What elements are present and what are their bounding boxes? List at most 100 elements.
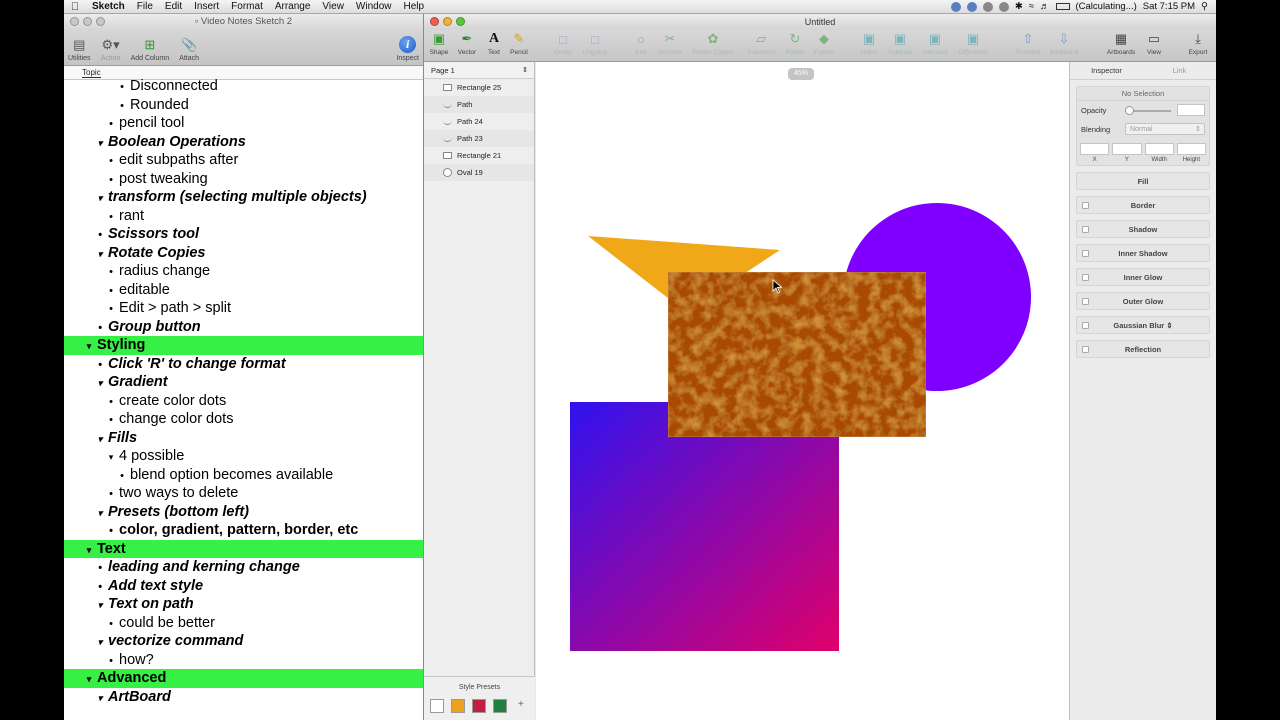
outline-row[interactable]: • edit subpaths after: [64, 151, 423, 170]
toolbar-export-button[interactable]: ⤓ Export: [1186, 31, 1210, 56]
outline-row[interactable]: • Rounded: [64, 96, 423, 115]
outline-row[interactable]: • rant: [64, 207, 423, 226]
outline-row[interactable]: ▾ vectorize command: [64, 632, 423, 651]
inspector-section-gaussian-blur[interactable]: Gaussian Blur ⇕: [1076, 316, 1210, 334]
outline-row[interactable]: • two ways to delete: [64, 484, 423, 503]
bluetooth-icon[interactable]: ✱: [1015, 1, 1023, 12]
menu-file[interactable]: File: [131, 0, 159, 14]
enable-checkbox[interactable]: [1082, 346, 1089, 353]
tab-inspector[interactable]: Inspector: [1070, 62, 1143, 79]
disclosure-triangle-icon[interactable]: ▾: [84, 541, 94, 560]
outline-section-row[interactable]: ▾ Styling: [64, 336, 423, 355]
add-preset-button[interactable]: +: [518, 699, 524, 710]
outline-row[interactable]: • Edit > path > split: [64, 299, 423, 318]
toolbar-subtract-button[interactable]: ▣ Subtract: [888, 31, 912, 56]
outline-row[interactable]: ▾ Presets (bottom left): [64, 503, 423, 522]
menu-view[interactable]: View: [316, 0, 350, 14]
disclosure-triangle-icon[interactable]: ▾: [95, 504, 105, 523]
inspector-section-inner-shadow[interactable]: Inner Shadow: [1076, 244, 1210, 262]
outline-row[interactable]: • pencil tool: [64, 114, 423, 133]
outline-row[interactable]: • Group button: [64, 318, 423, 337]
menu-app-name[interactable]: Sketch: [86, 0, 131, 14]
texture-rectangle[interactable]: [667, 271, 927, 438]
toolbar-intersect-button[interactable]: ▣ Intersect: [923, 31, 948, 56]
style-preset-swatch[interactable]: [451, 699, 465, 713]
outline-row[interactable]: ▾ Gradient: [64, 373, 423, 392]
outline-row[interactable]: • Scissors tool: [64, 225, 423, 244]
toolbar-transform-button[interactable]: ▱ Transform: [746, 31, 775, 56]
menu-insert[interactable]: Insert: [188, 0, 225, 14]
wifi-icon[interactable]: ≈: [1029, 1, 1034, 12]
layer-item[interactable]: Oval 19: [424, 164, 534, 181]
opacity-input[interactable]: [1177, 104, 1205, 116]
x-input[interactable]: [1080, 143, 1110, 155]
disclosure-triangle-icon[interactable]: ▾: [95, 134, 105, 153]
toolbar-view-button[interactable]: ▭ View: [1142, 31, 1166, 56]
toolbar-pencil-button[interactable]: ✎ Pencil: [507, 31, 531, 56]
inspector-section-fill[interactable]: Fill: [1076, 172, 1210, 190]
toolbar-flatten-button[interactable]: ◆ Flatten: [812, 31, 836, 56]
inspector-section-inner-glow[interactable]: Inner Glow: [1076, 268, 1210, 286]
sketch-close-button[interactable]: [430, 17, 439, 26]
outline-row[interactable]: ▾ Fills: [64, 429, 423, 448]
status-app-icon[interactable]: [950, 1, 961, 12]
inspector-section-shadow[interactable]: Shadow: [1076, 220, 1210, 238]
disclosure-triangle-icon[interactable]: ▾: [95, 374, 105, 393]
layer-item[interactable]: Path 24: [424, 113, 534, 130]
page-selector[interactable]: Page 1 ⇕: [424, 62, 534, 79]
menu-edit[interactable]: Edit: [159, 0, 188, 14]
inspect-button[interactable]: i Inspect: [396, 36, 419, 62]
disclosure-triangle-icon[interactable]: ▾: [84, 670, 94, 689]
layer-item[interactable]: Path: [424, 96, 534, 113]
outline-row[interactable]: ▾ Rotate Copies: [64, 244, 423, 263]
add-column-button[interactable]: ⊞ Add Column: [131, 36, 170, 63]
enable-checkbox[interactable]: [1082, 202, 1089, 209]
outline-row[interactable]: ▾ ArtBoard: [64, 688, 423, 707]
disclosure-triangle-icon[interactable]: ▾: [95, 633, 105, 652]
toolbar-scissors-button[interactable]: ✂ Scissors: [658, 31, 683, 56]
tab-link[interactable]: Link: [1143, 62, 1216, 79]
attach-button[interactable]: 📎 Attach: [179, 36, 199, 63]
gradient-rectangle[interactable]: [570, 402, 839, 651]
blending-select[interactable]: Normal ⇕: [1125, 123, 1205, 135]
outline-row[interactable]: • leading and kerning change: [64, 558, 423, 577]
outline-row[interactable]: • could be better: [64, 614, 423, 633]
menu-arrange[interactable]: Arrange: [269, 0, 317, 14]
outline-row[interactable]: • Add text style: [64, 577, 423, 596]
outline-row[interactable]: • Click 'R' to change format: [64, 355, 423, 374]
toolbar-artboards-button[interactable]: ▦ Artboards: [1107, 31, 1135, 56]
outline-row[interactable]: • post tweaking: [64, 170, 423, 189]
menu-format[interactable]: Format: [225, 0, 269, 14]
style-preset-swatch[interactable]: [493, 699, 507, 713]
status-app-icon-2[interactable]: [966, 1, 977, 12]
outline-row[interactable]: • editable: [64, 281, 423, 300]
sketch-minimize-button[interactable]: [443, 17, 452, 26]
toolbar-rotate-copies-button[interactable]: ✿ Rotate Copies: [692, 31, 733, 56]
toolbar-backward-button[interactable]: ⇩ Backward: [1050, 31, 1079, 56]
outline-row[interactable]: • Disconnected: [64, 77, 423, 96]
layer-item[interactable]: Path 23: [424, 130, 534, 147]
toolbar-shape-button[interactable]: ▣ Shape: [427, 31, 451, 56]
outline-row[interactable]: • how?: [64, 651, 423, 670]
sketch-zoom-button[interactable]: [456, 17, 465, 26]
outline-row[interactable]: • blend option becomes available: [64, 466, 423, 485]
close-button[interactable]: [70, 17, 79, 26]
disclosure-triangle-icon[interactable]: ▾: [95, 596, 105, 615]
enable-checkbox[interactable]: [1082, 298, 1089, 305]
utilities-button[interactable]: ▤ Utilities: [68, 36, 91, 63]
menu-window[interactable]: Window: [350, 0, 398, 14]
toolbar-difference-button[interactable]: ▣ Difference: [958, 31, 988, 56]
disclosure-triangle-icon[interactable]: ▾: [95, 430, 105, 449]
outline-row[interactable]: ▾ Boolean Operations: [64, 133, 423, 152]
apple-icon[interactable]: : [64, 1, 86, 13]
minimize-button[interactable]: [83, 17, 92, 26]
toolbar-text-button[interactable]: A Text: [482, 31, 506, 56]
height-input[interactable]: [1176, 143, 1206, 155]
outline-row[interactable]: • create color dots: [64, 392, 423, 411]
status-app-icon-3[interactable]: [982, 1, 993, 12]
inspector-section-reflection[interactable]: Reflection: [1076, 340, 1210, 358]
width-input[interactable]: [1144, 143, 1174, 155]
outline-row[interactable]: ▾ transform (selecting multiple objects): [64, 188, 423, 207]
toolbar-union-button[interactable]: ▣ Union: [857, 31, 881, 56]
spotlight-search-icon[interactable]: ⚲: [1201, 1, 1208, 12]
